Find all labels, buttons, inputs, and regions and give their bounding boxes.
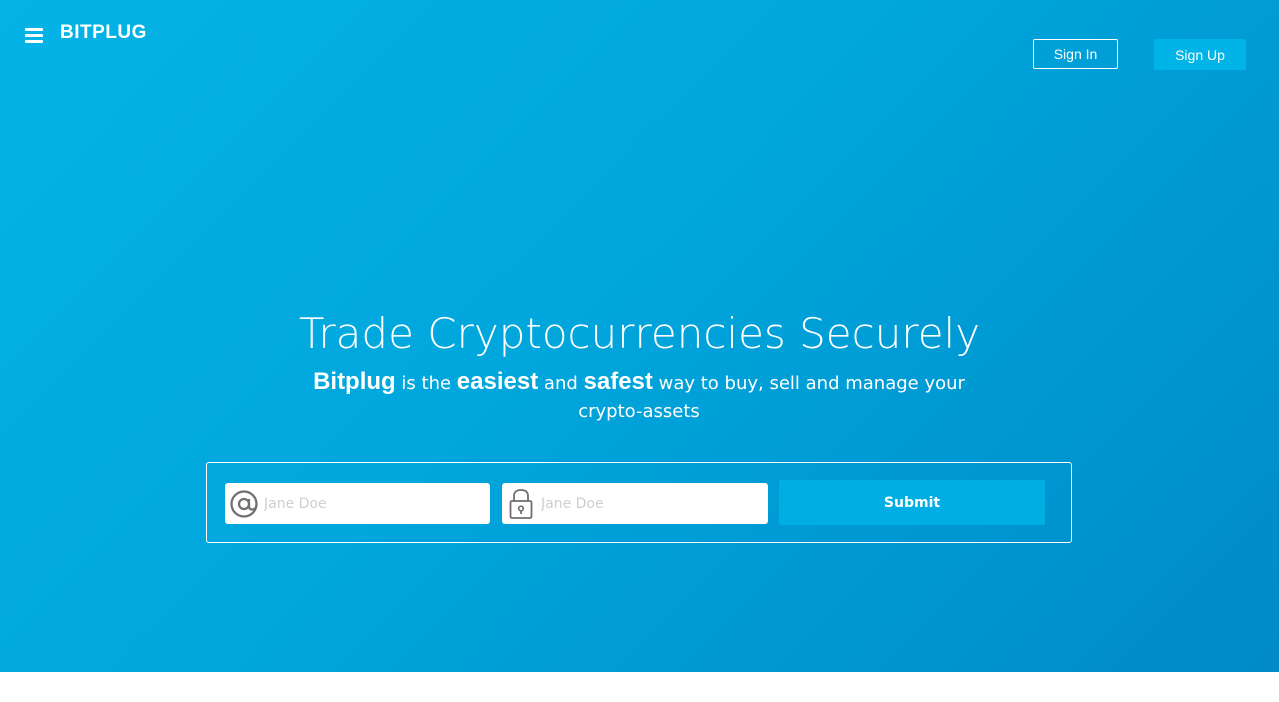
subline-text: is the xyxy=(395,373,457,394)
menu-bar xyxy=(25,34,43,37)
sign-in-button[interactable]: Sign In xyxy=(1033,39,1118,69)
menu-bar xyxy=(25,28,43,31)
brand-logo[interactable]: BITPLUG xyxy=(60,22,147,44)
sign-up-button[interactable]: Sign Up xyxy=(1154,39,1246,70)
brand-name: Bitplug xyxy=(313,368,396,395)
hero-headline: Trade Cryptocurrencies Securely xyxy=(298,309,981,358)
emphasis-safest: safest xyxy=(583,368,653,395)
password-input[interactable] xyxy=(537,488,752,519)
hamburger-menu-icon[interactable] xyxy=(25,27,43,43)
email-field[interactable] xyxy=(225,483,490,524)
submit-button[interactable]: Submit xyxy=(779,480,1045,525)
at-sign-icon xyxy=(228,483,260,524)
email-input[interactable] xyxy=(260,488,475,519)
hero-subline: Bitplug is the easiest and safest way to… xyxy=(305,368,973,426)
menu-bar xyxy=(25,40,43,43)
subline-text: and xyxy=(538,373,584,394)
emphasis-easiest: easiest xyxy=(456,368,539,395)
padlock-icon xyxy=(505,483,537,524)
signup-form: Submit xyxy=(206,462,1072,543)
password-field[interactable] xyxy=(502,483,768,524)
hero-section: BITPLUG Sign In Sign Up Trade Cryptocurr… xyxy=(0,0,1279,672)
